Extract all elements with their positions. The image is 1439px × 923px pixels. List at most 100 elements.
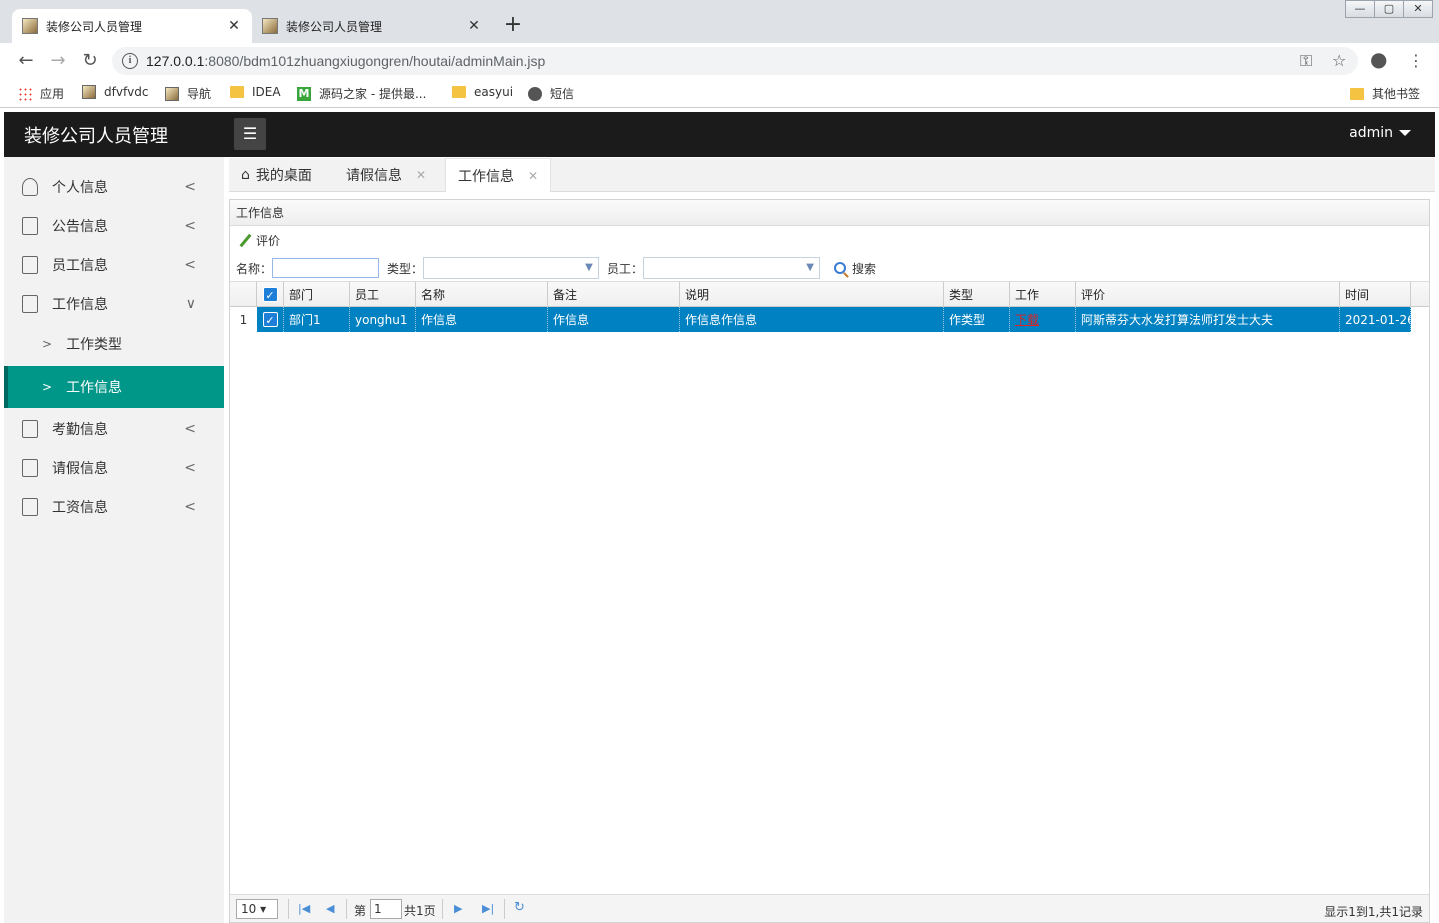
sidebar-item-work[interactable]: 工作信息 ∨ [4, 284, 224, 323]
back-arrow-icon[interactable]: ← [14, 49, 38, 73]
bookmark-idea[interactable]: IDEA [230, 85, 281, 99]
reload-icon[interactable]: ↻ [78, 49, 102, 73]
close-tab-icon[interactable]: ✕ [466, 18, 482, 34]
type-select[interactable]: ▼ [423, 257, 600, 279]
check-icon: ✓ [262, 286, 278, 302]
favicon-icon [22, 18, 38, 34]
forward-arrow-icon[interactable]: → [46, 49, 70, 73]
tab-work-info[interactable]: 工作信息 ✕ [445, 158, 552, 192]
sidebar-subitem-work-type[interactable]: > 工作类型 [4, 323, 224, 365]
folder-icon [1350, 87, 1364, 100]
address-bar[interactable]: i 127.0.0.1:8080/bdm101zhuangxiugongren/… [112, 47, 1358, 75]
browser-tabstrip: 装修公司人员管理 ✕ 装修公司人员管理 ✕ + — ▢ ✕ [0, 0, 1439, 43]
new-tab-button[interactable]: + [502, 12, 524, 38]
browser-toolbar: ← → ↻ i 127.0.0.1:8080/bdm101zhuangxiugo… [0, 43, 1439, 79]
name-input[interactable] [272, 258, 380, 278]
column-header[interactable]: 说明 [680, 282, 944, 306]
close-icon[interactable]: ✕ [416, 168, 426, 182]
maximize-button[interactable]: ▢ [1374, 0, 1404, 18]
apps-icon [18, 86, 32, 101]
sidebar-item-employee[interactable]: 员工信息 < [4, 245, 224, 284]
close-tab-icon[interactable]: ✕ [226, 18, 242, 34]
refresh-icon[interactable]: ↻ [514, 900, 525, 915]
column-header[interactable]: 员工 [350, 282, 416, 306]
chevron-right-icon: > [42, 337, 53, 351]
doc-icon [22, 255, 38, 274]
menu-toggle-icon[interactable]: ☰ [234, 118, 266, 150]
bookmark-apps[interactable]: 应用 [18, 85, 64, 102]
bookmark-other[interactable]: 其他书签 [1350, 85, 1420, 102]
home-icon: ⌂ [241, 167, 250, 183]
bookmark-nav[interactable]: 导航 [165, 85, 211, 102]
page-number-input[interactable]: 1 [370, 899, 402, 919]
select-all-checkbox[interactable]: ✓ [257, 282, 284, 306]
sidebar-item-attendance[interactable]: 考勤信息 < [4, 409, 224, 448]
person-icon [22, 177, 38, 196]
caret-down-icon [1399, 130, 1411, 136]
work-info-panel: 工作信息 评价 名称： 类型： ▼ 员工： ▼ 搜索 ✓ 部门 员工 名称 备注… [229, 199, 1430, 923]
close-icon[interactable]: ✕ [528, 169, 538, 183]
app-header: 装修公司人员管理 ☰ admin [4, 112, 1435, 157]
bookmark-sms[interactable]: 短信 [528, 85, 574, 102]
bookmark-easyui[interactable]: easyui [452, 85, 513, 99]
tab-leave[interactable]: 请假信息 ✕ [334, 158, 438, 192]
site-info-icon[interactable]: i [122, 53, 138, 69]
sidebar-item-notice[interactable]: 公告信息 < [4, 206, 224, 245]
page-size-select[interactable]: 10 ▾ [236, 899, 278, 919]
sidebar-item-personal[interactable]: 个人信息 < [4, 167, 224, 206]
pager-info: 显示1到1,共1记录 [1324, 905, 1423, 919]
chevron-left-icon: < [184, 178, 196, 195]
search-button[interactable]: 搜索 [834, 260, 876, 277]
key-icon[interactable]: ⚿ [1300, 51, 1312, 71]
column-header[interactable]: 部门 [284, 282, 350, 306]
column-header[interactable]: 工作 [1010, 282, 1076, 306]
sidebar-subitem-work-info[interactable]: > 工作信息 [4, 366, 224, 408]
globe-icon [528, 86, 542, 101]
page-total: 共1页 [404, 904, 436, 918]
row-checkbox[interactable]: ✓ [257, 307, 284, 332]
cell-employee: yonghu1 [350, 307, 416, 332]
pencil-icon [238, 234, 252, 248]
star-icon[interactable]: ☆ [1332, 51, 1346, 70]
bookmarks-bar: 应用 dfvfvdc 导航 IDEA M 源码之家 - 提供最... easyui… [0, 79, 1439, 108]
panel-title: 工作信息 [230, 200, 1429, 226]
download-link[interactable]: 下载 [1015, 311, 1039, 328]
user-menu[interactable]: admin [1349, 125, 1411, 141]
column-header[interactable]: 类型 [944, 282, 1010, 306]
minimize-button[interactable]: — [1345, 0, 1375, 18]
column-header[interactable]: 时间 [1340, 282, 1411, 306]
content-tabs: ⌂ 我的桌面 请假信息 ✕ 工作信息 ✕ [229, 158, 1435, 192]
sidebar-item-salary[interactable]: 工资信息 < [4, 487, 224, 526]
column-header[interactable]: 名称 [416, 282, 548, 306]
browser-tab-active[interactable]: 装修公司人员管理 ✕ [12, 9, 252, 43]
employee-select[interactable]: ▼ [643, 257, 821, 279]
bookmark-yuanma[interactable]: M 源码之家 - 提供最... [297, 85, 426, 102]
tab-desktop[interactable]: ⌂ 我的桌面 [229, 158, 324, 192]
cell-work: 下载 [1010, 307, 1076, 332]
favicon-icon [262, 18, 278, 34]
profile-icon[interactable]: ● [1370, 47, 1387, 71]
image-icon [82, 85, 96, 99]
prev-page-icon[interactable]: ◀ [326, 902, 334, 915]
chevron-left-icon: < [184, 420, 196, 437]
doc-icon [22, 497, 38, 516]
browser-tab-title: 装修公司人员管理 [286, 19, 383, 34]
close-window-button[interactable]: ✕ [1403, 0, 1433, 18]
browser-tab-title: 装修公司人员管理 [46, 19, 143, 34]
pagination-bar: 10 ▾ |◀ ◀ 第 1 共1页 ▶ ▶| ↻ 显示1到1,共1记录 [230, 894, 1429, 922]
table-row[interactable]: ✓ 部门1 yonghu1 作信息 作信息 作信息作信息 作类型 下载 阿斯蒂芬… [257, 307, 1411, 332]
more-menu-icon[interactable]: ⋮ [1408, 51, 1424, 70]
sidebar-item-leave[interactable]: 请假信息 < [4, 448, 224, 487]
browser-tab-inactive[interactable]: 装修公司人员管理 ✕ [252, 9, 492, 43]
last-page-icon[interactable]: ▶| [482, 902, 494, 915]
column-header[interactable]: 评价 [1076, 282, 1340, 306]
check-icon: ✓ [262, 312, 278, 327]
cell-description: 作信息作信息 [680, 307, 944, 332]
evaluate-button[interactable]: 评价 [238, 232, 280, 249]
next-page-icon[interactable]: ▶ [454, 902, 462, 915]
first-page-icon[interactable]: |◀ [298, 902, 310, 915]
bookmark-dfvfvdc[interactable]: dfvfvdc [82, 85, 148, 99]
column-header[interactable]: 备注 [548, 282, 680, 306]
chevron-left-icon: < [184, 459, 196, 476]
grid-header: ✓ 部门 员工 名称 备注 说明 类型 工作 评价 时间 [230, 281, 1429, 307]
